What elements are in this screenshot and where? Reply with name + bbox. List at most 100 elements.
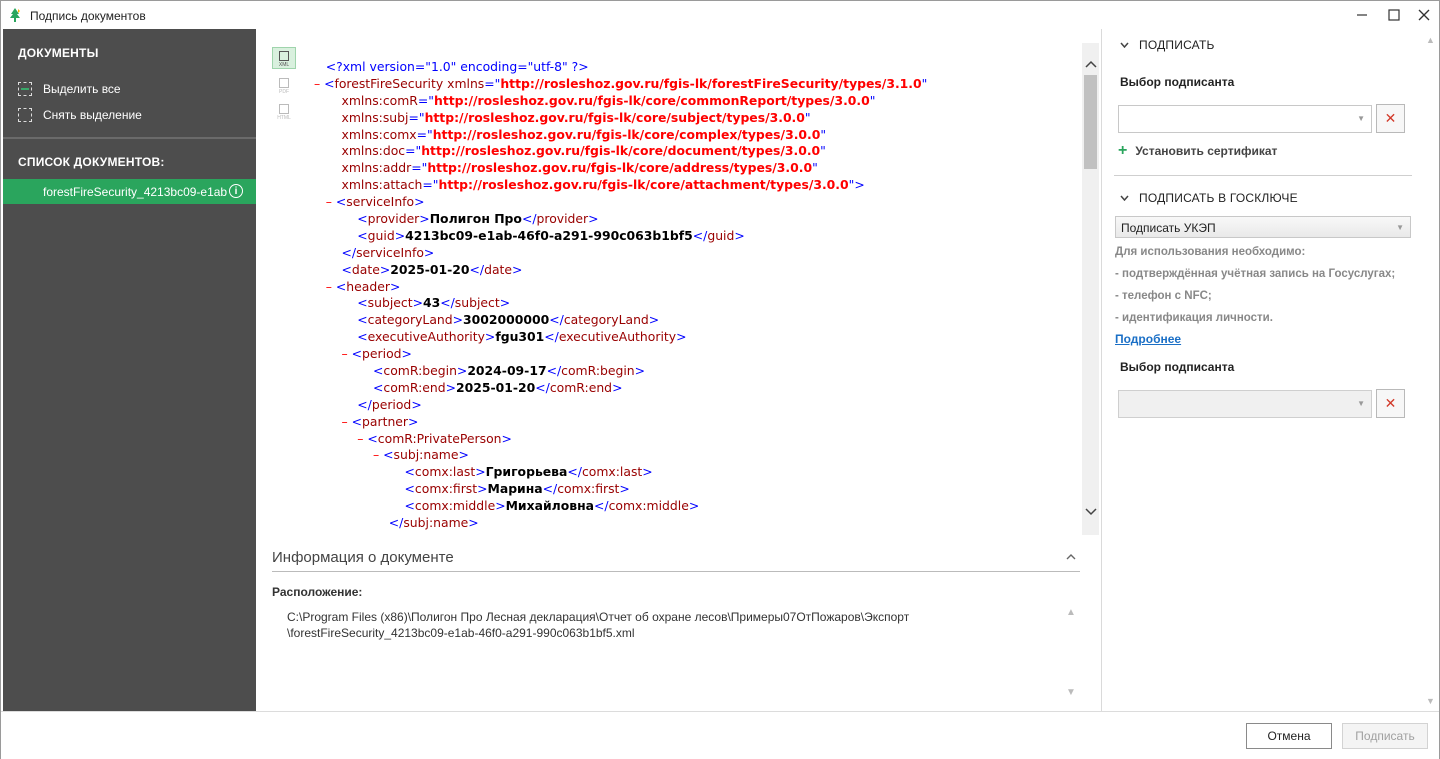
xml-line: – <period> — [310, 346, 412, 362]
goskey-section-title: ПОДПИСАТЬ В ГОСКЛЮЧЕ — [1139, 191, 1298, 205]
cancel-button[interactable]: Отмена — [1246, 723, 1332, 749]
sign-mode-select[interactable]: Подписать УКЭП ▼ — [1115, 216, 1411, 238]
dialog-footer: Отмена Подписать — [1, 711, 1439, 759]
signer-label: Выбор подписанта — [1120, 75, 1235, 89]
deselect-button[interactable]: Снять выделение — [18, 106, 142, 124]
xml-line: – <subj:name> — [310, 447, 469, 463]
xml-line: – <partner> — [310, 413, 419, 429]
xml-line: <date>2025-01-20</date> — [310, 261, 523, 277]
location-label: Расположение: — [272, 585, 363, 599]
requirement-item: - подтверждённая учётная запись на Госус… — [1115, 268, 1396, 280]
title-bar: Подпись документов — [1, 1, 1439, 29]
format-xml-button[interactable]: XML — [272, 47, 296, 69]
xml-line: <categoryLand>3002000000</categoryLand> — [310, 312, 660, 328]
format-html-button[interactable]: HTML — [272, 99, 296, 121]
info-scroll-up-icon[interactable]: ▲ — [1066, 607, 1076, 618]
documents-heading: ДОКУМЕНТЫ — [18, 46, 99, 60]
xml-line: xmlns:comR="http://rosleshoz.gov.ru/fgis… — [310, 92, 876, 108]
xml-line: <comR:end>2025-01-20</comR:end> — [310, 379, 623, 395]
maximize-button[interactable] — [1379, 1, 1409, 29]
minimize-icon — [1357, 14, 1367, 16]
panel-scroll-up-icon[interactable]: ▲ — [1426, 35, 1435, 45]
xml-line: <subject>43</subject> — [310, 295, 511, 311]
xml-line: <comx:middle>Михайловна</comx:middle> — [310, 498, 700, 514]
document-list-heading: СПИСОК ДОКУМЕНТОВ: — [18, 155, 165, 169]
requirement-item: - телефон с NFC; — [1115, 290, 1212, 302]
pdf-file-icon — [279, 78, 289, 88]
clear-signer-button[interactable]: ✕ — [1376, 104, 1405, 133]
plus-icon: + — [1118, 142, 1128, 159]
dropdown-arrow-icon: ▼ — [1357, 114, 1365, 123]
chevron-down-icon — [1120, 193, 1129, 204]
maximize-icon — [1388, 9, 1400, 21]
xml-line: – <forestFireSecurity xmlns="http://rosl… — [310, 75, 928, 91]
install-certificate-label: Установить сертификат — [1135, 144, 1278, 158]
xml-file-icon — [279, 51, 289, 61]
signer-select[interactable]: ▼ — [1118, 105, 1372, 133]
chevron-up-icon[interactable] — [1066, 549, 1076, 563]
signing-panel: ▲ ПОДПИСАТЬ Выбор подписанта ▼ ✕ + Устан… — [1101, 29, 1439, 711]
xml-line: xmlns:comx="http://rosleshoz.gov.ru/fgis… — [310, 126, 827, 142]
goskey-signer-select[interactable]: ▼ — [1118, 390, 1372, 418]
dropdown-arrow-icon: ▼ — [1396, 223, 1404, 232]
deselect-label: Снять выделение — [43, 108, 142, 122]
more-info-link[interactable]: Подробнее — [1115, 332, 1181, 346]
deselect-icon — [18, 108, 32, 122]
sign-mode-value: Подписать УКЭП — [1121, 221, 1216, 235]
minimize-button[interactable] — [1347, 1, 1377, 29]
xml-line: – <header> — [310, 278, 401, 294]
location-value: C:\Program Files (x86)\Полигон Про Лесна… — [287, 610, 910, 640]
info-scroll-down-icon[interactable]: ▼ — [1066, 687, 1076, 698]
xml-line: <provider>Полигон Про</provider> — [310, 211, 599, 227]
xml-line: <comR:begin>2024-09-17</comR:begin> — [310, 363, 646, 379]
xml-line: – <comR:PrivatePerson> — [310, 430, 512, 446]
dropdown-arrow-icon: ▼ — [1357, 399, 1365, 408]
install-certificate-button[interactable]: + Установить сертификат — [1118, 142, 1277, 160]
scrollbar-thumb[interactable] — [1084, 75, 1097, 169]
xml-line: </subj:name> — [310, 515, 479, 531]
info-icon[interactable]: i — [229, 184, 243, 198]
xml-line: xmlns:addr="http://rosleshoz.gov.ru/fgis… — [310, 160, 818, 176]
xml-line: – <serviceInfo> — [310, 194, 425, 210]
xml-line: </serviceInfo> — [310, 244, 435, 260]
document-info-header[interactable]: Информация о документе — [272, 547, 1080, 572]
xml-line: xmlns:doc="http://rosleshoz.gov.ru/fgis-… — [310, 143, 826, 159]
xml-line: <comx:first>Марина</comx:first> — [310, 481, 630, 497]
html-file-icon — [279, 104, 289, 114]
xml-line: </period> — [310, 396, 422, 412]
xml-line: xmlns:attach="http://rosleshoz.gov.ru/fg… — [310, 177, 865, 193]
select-all-button[interactable]: Выделить все — [18, 80, 121, 98]
xml-line: <executiveAuthority>fgu301</executiveAut… — [310, 329, 687, 345]
xml-line: <?xml version="1.0" encoding="utf-8" ?> — [310, 59, 589, 74]
goskey-section-header[interactable]: ПОДПИСАТЬ В ГОСКЛЮЧЕ — [1120, 190, 1298, 206]
xml-viewer: XML PDF HTML <?xml version="1.0" encodin… — [270, 43, 1098, 535]
viewer-scrollbar[interactable] — [1082, 43, 1099, 535]
document-info-title: Информация о документе — [272, 549, 454, 566]
chevron-down-icon — [1120, 40, 1129, 51]
format-pdf-button[interactable]: PDF — [272, 73, 296, 95]
xml-line: <comx:last>Григорьева</comx:last> — [310, 464, 653, 480]
xml-content: <?xml version="1.0" encoding="utf-8" ?> … — [310, 59, 1080, 532]
close-button[interactable] — [1409, 1, 1439, 29]
sign-button[interactable]: Подписать — [1342, 723, 1428, 749]
document-viewer-area: XML PDF HTML <?xml version="1.0" encodin… — [256, 29, 1099, 711]
scroll-down-arrow-icon[interactable] — [1082, 503, 1099, 520]
panel-scroll-down-icon[interactable]: ▼ — [1426, 696, 1435, 706]
scroll-up-arrow-icon[interactable] — [1082, 55, 1099, 72]
sign-section-header[interactable]: ПОДПИСАТЬ — [1120, 37, 1215, 53]
select-all-icon — [18, 82, 32, 96]
window-title: Подпись документов — [30, 9, 146, 23]
select-all-label: Выделить все — [43, 82, 121, 96]
close-icon — [1418, 9, 1430, 21]
section-divider — [1114, 175, 1412, 176]
app-window: Подпись документов ДОКУМЕНТЫ Выделить вс… — [0, 0, 1440, 759]
documents-sidebar: ДОКУМЕНТЫ Выделить все Снять выделение С… — [3, 29, 256, 711]
app-logo-icon — [10, 8, 20, 22]
xml-line: xmlns:subj="http://rosleshoz.gov.ru/fgis… — [310, 109, 811, 125]
sidebar-divider — [3, 137, 256, 139]
requirement-item: - идентификация личности. — [1115, 312, 1273, 324]
document-list-item[interactable]: forestFireSecurity_4213bc09-e1ab i — [3, 179, 256, 204]
requirements-title: Для использования необходимо: — [1115, 246, 1306, 258]
clear-goskey-signer-button[interactable]: ✕ — [1376, 389, 1405, 418]
goskey-signer-label: Выбор подписанта — [1120, 360, 1235, 374]
